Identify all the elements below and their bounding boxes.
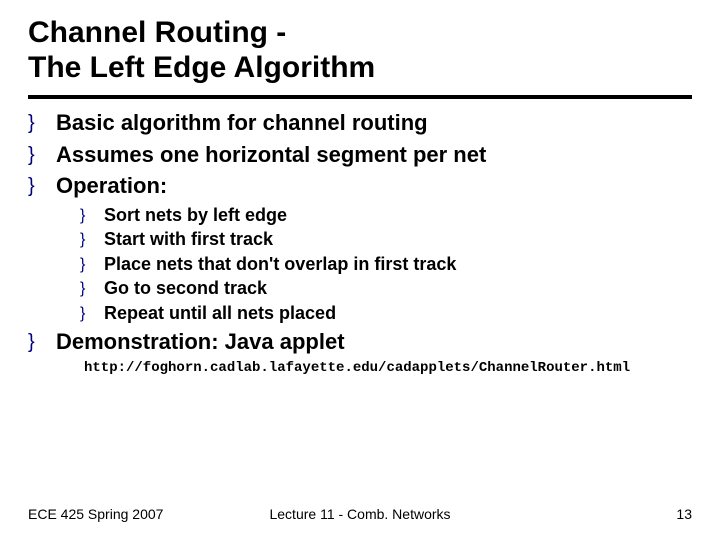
bullet-icon: } <box>80 228 104 249</box>
bullet-icon: } <box>28 328 56 354</box>
slide-body: } Basic algorithm for channel routing } … <box>0 109 720 376</box>
footer-left: ECE 425 Spring 2007 <box>28 506 163 522</box>
footer-center: Lecture 11 - Comb. Networks <box>269 506 450 522</box>
sub-bullet-text: Start with first track <box>104 228 273 251</box>
bullet-icon: } <box>80 253 104 274</box>
sub-bullet-item: } Start with first track <box>80 228 692 251</box>
bullet-icon: } <box>80 277 104 298</box>
bullet-icon: } <box>80 302 104 323</box>
bullet-text: Basic algorithm for channel routing <box>56 109 428 137</box>
title-line-1: Channel Routing - <box>28 16 286 49</box>
sub-bullet-item: } Sort nets by left edge <box>80 204 692 227</box>
sub-bullet-text: Go to second track <box>104 277 267 300</box>
title-line-2: The Left Edge Algorithm <box>28 51 375 84</box>
sub-bullet-text: Place nets that don't overlap in first t… <box>104 253 456 276</box>
bullet-text: Operation: <box>56 172 167 200</box>
bullet-icon: } <box>28 141 56 167</box>
sub-bullet-text: Sort nets by left edge <box>104 204 287 227</box>
bullet-text: Assumes one horizontal segment per net <box>56 141 486 169</box>
sub-bullet-item: } Go to second track <box>80 277 692 300</box>
sub-bullet-item: } Repeat until all nets placed <box>80 302 692 325</box>
bullet-item: } Basic algorithm for channel routing <box>28 109 692 137</box>
sub-bullet-item: } Place nets that don't overlap in first… <box>80 253 692 276</box>
url-text: http://foghorn.cadlab.lafayette.edu/cada… <box>84 360 692 377</box>
bullet-item: } Operation: <box>28 172 692 200</box>
slide-footer: ECE 425 Spring 2007 Lecture 11 - Comb. N… <box>0 506 720 522</box>
bullet-item: } Demonstration: Java applet <box>28 328 692 356</box>
slide-title: Channel Routing - The Left Edge Algorith… <box>0 0 720 91</box>
bullet-text: Demonstration: Java applet <box>56 328 345 356</box>
bullet-icon: } <box>28 172 56 198</box>
title-divider <box>28 95 692 99</box>
bullet-icon: } <box>80 204 104 225</box>
bullet-icon: } <box>28 109 56 135</box>
bullet-item: } Assumes one horizontal segment per net <box>28 141 692 169</box>
footer-page-number: 13 <box>676 506 692 522</box>
sub-bullet-text: Repeat until all nets placed <box>104 302 336 325</box>
slide: Channel Routing - The Left Edge Algorith… <box>0 0 720 540</box>
